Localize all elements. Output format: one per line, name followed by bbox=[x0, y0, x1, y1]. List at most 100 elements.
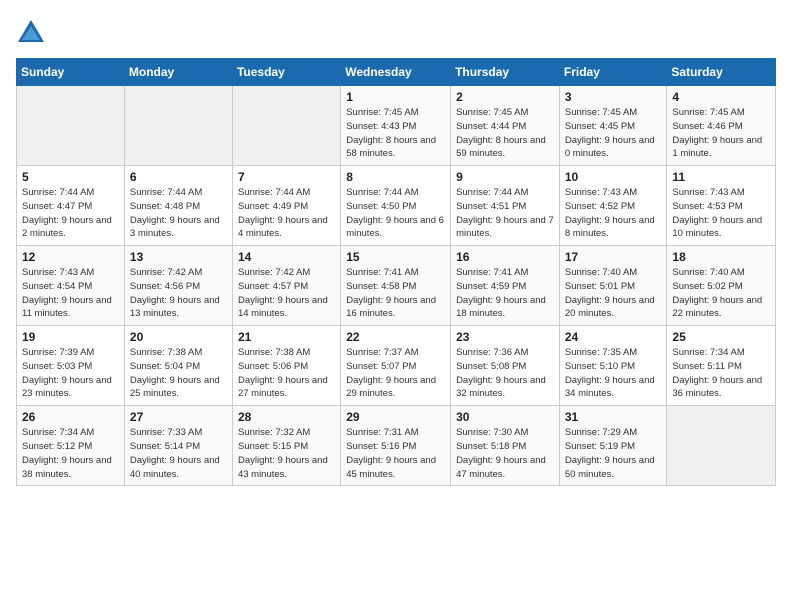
day-info: Sunrise: 7:34 AM Sunset: 5:11 PM Dayligh… bbox=[672, 346, 770, 401]
calendar-cell bbox=[124, 86, 232, 166]
calendar-cell: 20 Sunrise: 7:38 AM Sunset: 5:04 PM Dayli… bbox=[124, 326, 232, 406]
day-info: Sunrise: 7:43 AM Sunset: 4:52 PM Dayligh… bbox=[565, 186, 662, 241]
calendar-cell: 19 Sunrise: 7:39 AM Sunset: 5:03 PM Dayli… bbox=[17, 326, 125, 406]
day-info: Sunrise: 7:44 AM Sunset: 4:49 PM Dayligh… bbox=[238, 186, 335, 241]
calendar-cell: 7 Sunrise: 7:44 AM Sunset: 4:49 PM Daylig… bbox=[232, 166, 340, 246]
weekday-header-monday: Monday bbox=[124, 59, 232, 86]
calendar-cell: 9 Sunrise: 7:44 AM Sunset: 4:51 PM Daylig… bbox=[451, 166, 560, 246]
day-number: 9 bbox=[456, 170, 554, 184]
day-number: 2 bbox=[456, 90, 554, 104]
calendar-cell: 3 Sunrise: 7:45 AM Sunset: 4:45 PM Daylig… bbox=[559, 86, 667, 166]
day-number: 31 bbox=[565, 410, 662, 424]
day-info: Sunrise: 7:44 AM Sunset: 4:48 PM Dayligh… bbox=[130, 186, 227, 241]
day-info: Sunrise: 7:41 AM Sunset: 4:58 PM Dayligh… bbox=[346, 266, 445, 321]
day-number: 12 bbox=[22, 250, 119, 264]
day-number: 10 bbox=[565, 170, 662, 184]
calendar-cell: 27 Sunrise: 7:33 AM Sunset: 5:14 PM Dayli… bbox=[124, 406, 232, 486]
day-number: 29 bbox=[346, 410, 445, 424]
day-number: 17 bbox=[565, 250, 662, 264]
day-number: 3 bbox=[565, 90, 662, 104]
calendar-cell: 1 Sunrise: 7:45 AM Sunset: 4:43 PM Daylig… bbox=[341, 86, 451, 166]
day-number: 15 bbox=[346, 250, 445, 264]
day-info: Sunrise: 7:38 AM Sunset: 5:06 PM Dayligh… bbox=[238, 346, 335, 401]
calendar-cell: 11 Sunrise: 7:43 AM Sunset: 4:53 PM Dayli… bbox=[667, 166, 776, 246]
day-info: Sunrise: 7:44 AM Sunset: 4:50 PM Dayligh… bbox=[346, 186, 445, 241]
day-number: 24 bbox=[565, 330, 662, 344]
day-number: 18 bbox=[672, 250, 770, 264]
day-number: 7 bbox=[238, 170, 335, 184]
week-row-2: 5 Sunrise: 7:44 AM Sunset: 4:47 PM Daylig… bbox=[17, 166, 776, 246]
calendar-cell bbox=[667, 406, 776, 486]
calendar-cell: 31Sunrise: 7:29 AM Sunset: 5:19 PM Dayli… bbox=[559, 406, 667, 486]
day-info: Sunrise: 7:35 AM Sunset: 5:10 PM Dayligh… bbox=[565, 346, 662, 401]
calendar-cell: 26 Sunrise: 7:34 AM Sunset: 5:12 PM Dayli… bbox=[17, 406, 125, 486]
calendar-cell: 14 Sunrise: 7:42 AM Sunset: 4:57 PM Dayli… bbox=[232, 246, 340, 326]
day-number: 19 bbox=[22, 330, 119, 344]
day-number: 20 bbox=[130, 330, 227, 344]
day-number: 28 bbox=[238, 410, 335, 424]
calendar-cell: 6 Sunrise: 7:44 AM Sunset: 4:48 PM Daylig… bbox=[124, 166, 232, 246]
calendar-cell: 8 Sunrise: 7:44 AM Sunset: 4:50 PM Daylig… bbox=[341, 166, 451, 246]
calendar-cell: 23 Sunrise: 7:36 AM Sunset: 5:08 PM Dayli… bbox=[451, 326, 560, 406]
calendar-cell: 28 Sunrise: 7:32 AM Sunset: 5:15 PM Dayli… bbox=[232, 406, 340, 486]
calendar-cell: 21 Sunrise: 7:38 AM Sunset: 5:06 PM Dayli… bbox=[232, 326, 340, 406]
calendar-table: SundayMondayTuesdayWednesdayThursdayFrid… bbox=[16, 58, 776, 486]
day-info: Sunrise: 7:38 AM Sunset: 5:04 PM Dayligh… bbox=[130, 346, 227, 401]
day-info: Sunrise: 7:33 AM Sunset: 5:14 PM Dayligh… bbox=[130, 426, 227, 481]
day-info: Sunrise: 7:43 AM Sunset: 4:53 PM Dayligh… bbox=[672, 186, 770, 241]
day-info: Sunrise: 7:30 AM Sunset: 5:18 PM Dayligh… bbox=[456, 426, 554, 481]
day-info: Sunrise: 7:31 AM Sunset: 5:16 PM Dayligh… bbox=[346, 426, 445, 481]
weekday-header-wednesday: Wednesday bbox=[341, 59, 451, 86]
logo bbox=[16, 16, 50, 46]
day-number: 6 bbox=[130, 170, 227, 184]
day-info: Sunrise: 7:32 AM Sunset: 5:15 PM Dayligh… bbox=[238, 426, 335, 481]
calendar-cell: 2 Sunrise: 7:45 AM Sunset: 4:44 PM Daylig… bbox=[451, 86, 560, 166]
day-number: 5 bbox=[22, 170, 119, 184]
day-info: Sunrise: 7:42 AM Sunset: 4:57 PM Dayligh… bbox=[238, 266, 335, 321]
day-info: Sunrise: 7:45 AM Sunset: 4:45 PM Dayligh… bbox=[565, 106, 662, 161]
day-number: 11 bbox=[672, 170, 770, 184]
weekday-header-tuesday: Tuesday bbox=[232, 59, 340, 86]
day-info: Sunrise: 7:44 AM Sunset: 4:51 PM Dayligh… bbox=[456, 186, 554, 241]
day-number: 27 bbox=[130, 410, 227, 424]
day-number: 21 bbox=[238, 330, 335, 344]
calendar-cell: 13 Sunrise: 7:42 AM Sunset: 4:56 PM Dayli… bbox=[124, 246, 232, 326]
calendar-cell: 10 Sunrise: 7:43 AM Sunset: 4:52 PM Dayli… bbox=[559, 166, 667, 246]
day-number: 13 bbox=[130, 250, 227, 264]
day-number: 26 bbox=[22, 410, 119, 424]
day-number: 25 bbox=[672, 330, 770, 344]
weekday-header-sunday: Sunday bbox=[17, 59, 125, 86]
calendar-cell bbox=[17, 86, 125, 166]
day-number: 22 bbox=[346, 330, 445, 344]
week-row-5: 26 Sunrise: 7:34 AM Sunset: 5:12 PM Dayli… bbox=[17, 406, 776, 486]
day-info: Sunrise: 7:44 AM Sunset: 4:47 PM Dayligh… bbox=[22, 186, 119, 241]
calendar-cell: 24 Sunrise: 7:35 AM Sunset: 5:10 PM Dayli… bbox=[559, 326, 667, 406]
weekday-header-thursday: Thursday bbox=[451, 59, 560, 86]
day-info: Sunrise: 7:40 AM Sunset: 5:01 PM Dayligh… bbox=[565, 266, 662, 321]
day-info: Sunrise: 7:36 AM Sunset: 5:08 PM Dayligh… bbox=[456, 346, 554, 401]
day-number: 16 bbox=[456, 250, 554, 264]
day-number: 14 bbox=[238, 250, 335, 264]
day-number: 8 bbox=[346, 170, 445, 184]
calendar-cell: 4Sunrise: 7:45 AM Sunset: 4:46 PM Daylig… bbox=[667, 86, 776, 166]
day-info: Sunrise: 7:45 AM Sunset: 4:44 PM Dayligh… bbox=[456, 106, 554, 161]
calendar-cell: 25 Sunrise: 7:34 AM Sunset: 5:11 PM Dayli… bbox=[667, 326, 776, 406]
day-number: 1 bbox=[346, 90, 445, 104]
day-info: Sunrise: 7:39 AM Sunset: 5:03 PM Dayligh… bbox=[22, 346, 119, 401]
day-number: 4 bbox=[672, 90, 770, 104]
day-info: Sunrise: 7:41 AM Sunset: 4:59 PM Dayligh… bbox=[456, 266, 554, 321]
day-info: Sunrise: 7:40 AM Sunset: 5:02 PM Dayligh… bbox=[672, 266, 770, 321]
weekday-header-saturday: Saturday bbox=[667, 59, 776, 86]
day-info: Sunrise: 7:43 AM Sunset: 4:54 PM Dayligh… bbox=[22, 266, 119, 321]
day-number: 30 bbox=[456, 410, 554, 424]
page-header bbox=[16, 16, 776, 46]
day-number: 23 bbox=[456, 330, 554, 344]
week-row-4: 19 Sunrise: 7:39 AM Sunset: 5:03 PM Dayli… bbox=[17, 326, 776, 406]
day-info: Sunrise: 7:34 AM Sunset: 5:12 PM Dayligh… bbox=[22, 426, 119, 481]
week-row-3: 12 Sunrise: 7:43 AM Sunset: 4:54 PM Dayli… bbox=[17, 246, 776, 326]
weekday-header-friday: Friday bbox=[559, 59, 667, 86]
logo-icon bbox=[16, 16, 46, 46]
calendar-cell: 30 Sunrise: 7:30 AM Sunset: 5:18 PM Dayli… bbox=[451, 406, 560, 486]
day-info: Sunrise: 7:42 AM Sunset: 4:56 PM Dayligh… bbox=[130, 266, 227, 321]
day-info: Sunrise: 7:45 AM Sunset: 4:43 PM Dayligh… bbox=[346, 106, 445, 161]
